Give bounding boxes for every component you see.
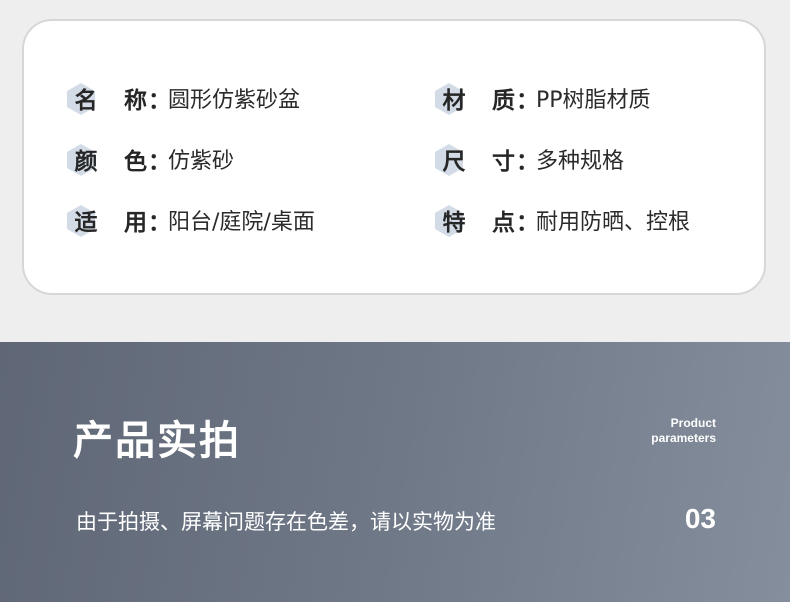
hexagon-badge-icon: 特 (435, 203, 470, 243)
spec-key-first-char: 适 (74, 210, 98, 236)
section-english-line-1: Product (670, 416, 716, 430)
spec-item-material: 材 质 ： PP树脂材质 (435, 81, 651, 121)
spec-value-feature: 耐用防晒、控根 (536, 210, 691, 235)
spec-key-first-char: 颜 (74, 149, 98, 175)
spec-colon: ： (148, 210, 171, 236)
color-difference-note: 由于拍摄、屏幕问题存在色差，请以实物为准 (76, 510, 496, 534)
spec-card: 名 称 ： 圆形仿紫砂盆 材 质 ： PP树脂材质 颜 色 ： 仿紫砂 尺 寸 … (22, 19, 766, 295)
photo-section-banner: 产品实拍 Product parameters 由于拍摄、屏幕问题存在色差，请以… (0, 342, 790, 602)
spec-value-usage: 阳台/庭院/桌面 (168, 210, 315, 235)
spec-key-second-char: 质 (492, 88, 515, 114)
spec-key-first-char: 尺 (442, 149, 466, 175)
spec-value-size: 多种规格 (536, 149, 625, 174)
spec-key-first-char: 名 (74, 88, 98, 114)
section-english-line-2: parameters (651, 431, 716, 445)
spec-item-usage: 适 用 ： 阳台/庭院/桌面 (67, 203, 315, 243)
section-number: 03 (684, 503, 716, 534)
spec-colon: ： (148, 88, 171, 114)
spec-item-color: 颜 色 ： 仿紫砂 (67, 142, 235, 182)
spec-colon: ： (516, 149, 539, 175)
spec-key-first-char: 材 (442, 88, 466, 114)
spec-key-second-char: 称 (124, 88, 147, 114)
hexagon-badge-icon: 名 (67, 81, 102, 121)
hexagon-badge-icon: 适 (67, 203, 102, 243)
spec-item-name: 名 称 ： 圆形仿紫砂盆 (67, 81, 301, 121)
spec-key-second-char: 用 (124, 210, 147, 236)
spec-colon: ： (516, 88, 539, 114)
section-title: 产品实拍 (73, 418, 241, 464)
spec-item-feature: 特 点 ： 耐用防晒、控根 (435, 203, 691, 243)
section-english-subtitle: Product parameters (651, 416, 716, 446)
hexagon-badge-icon: 材 (435, 81, 470, 121)
spec-colon: ： (148, 149, 171, 175)
spec-key-first-char: 特 (442, 210, 466, 236)
spec-key-second-char: 寸 (492, 149, 515, 175)
spec-value-material: PP树脂材质 (536, 88, 651, 113)
spec-key-second-char: 色 (124, 149, 147, 175)
spec-value-color: 仿紫砂 (168, 149, 235, 174)
spec-item-size: 尺 寸 ： 多种规格 (435, 142, 625, 182)
hexagon-badge-icon: 尺 (435, 142, 470, 182)
spec-key-second-char: 点 (492, 210, 515, 236)
spec-value-name: 圆形仿紫砂盆 (168, 88, 301, 113)
hexagon-badge-icon: 颜 (67, 142, 102, 182)
spec-colon: ： (516, 210, 539, 236)
